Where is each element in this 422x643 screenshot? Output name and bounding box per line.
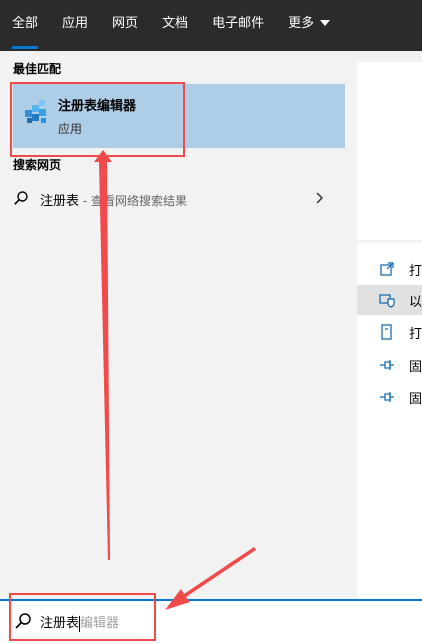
caret-down-icon bbox=[320, 19, 331, 26]
search-icon bbox=[14, 191, 28, 205]
web-search-label: 注册表 - 查看网络搜索结果 bbox=[40, 190, 187, 209]
run-as-admin-icon bbox=[379, 294, 395, 308]
open-file-location-icon bbox=[381, 324, 392, 340]
action-label: 固 bbox=[409, 360, 422, 375]
tab-all[interactable]: 全部 bbox=[0, 0, 50, 51]
action-label: 固 bbox=[409, 392, 422, 407]
start-search-window: 全部 应用 网页 文档 电子邮件 更多 最佳匹配 注册表编辑器 应用 搜索网页 … bbox=[0, 0, 422, 643]
open-icon bbox=[380, 262, 394, 276]
highlight-box bbox=[10, 82, 185, 157]
pin-icon bbox=[380, 360, 394, 370]
tab-label: 网页 bbox=[112, 16, 139, 31]
action-label: 打 bbox=[409, 327, 422, 342]
highlight-box bbox=[9, 593, 156, 641]
tab-label: 更多 bbox=[288, 16, 315, 31]
web-search-heading: 搜索网页 bbox=[13, 158, 62, 172]
action-pin-taskbar[interactable]: 固 bbox=[357, 382, 422, 412]
tab-email[interactable]: 电子邮件 bbox=[200, 0, 276, 51]
filter-tab-bar: 全部 应用 网页 文档 电子邮件 更多 bbox=[0, 0, 422, 51]
chevron-right-icon[interactable] bbox=[314, 190, 326, 206]
best-match-heading: 最佳匹配 bbox=[13, 62, 62, 76]
tab-label: 全部 bbox=[12, 16, 39, 31]
web-search-result[interactable]: 注册表 - 查看网络搜索结果 bbox=[0, 186, 344, 212]
tab-more[interactable]: 更多 bbox=[276, 0, 342, 51]
action-open[interactable]: 打 bbox=[357, 254, 422, 284]
tab-apps[interactable]: 应用 bbox=[50, 0, 100, 51]
tab-web[interactable]: 网页 bbox=[100, 0, 150, 51]
tab-label: 文档 bbox=[162, 16, 189, 31]
action-pin-start[interactable]: 固 bbox=[357, 350, 422, 380]
action-label: 以 bbox=[409, 295, 422, 310]
web-search-suffix: - 查看网络搜索结果 bbox=[79, 194, 187, 208]
action-label: 打 bbox=[409, 264, 422, 279]
tab-label: 应用 bbox=[62, 16, 89, 31]
tab-documents[interactable]: 文档 bbox=[150, 0, 200, 51]
preview-header-panel bbox=[357, 62, 422, 240]
pin-icon bbox=[380, 392, 394, 402]
tab-label: 电子邮件 bbox=[212, 16, 265, 31]
web-search-query: 注册表 bbox=[40, 194, 80, 209]
action-run-as-admin[interactable]: 以 bbox=[357, 285, 422, 315]
action-open-file-location[interactable]: 打 bbox=[357, 317, 422, 347]
